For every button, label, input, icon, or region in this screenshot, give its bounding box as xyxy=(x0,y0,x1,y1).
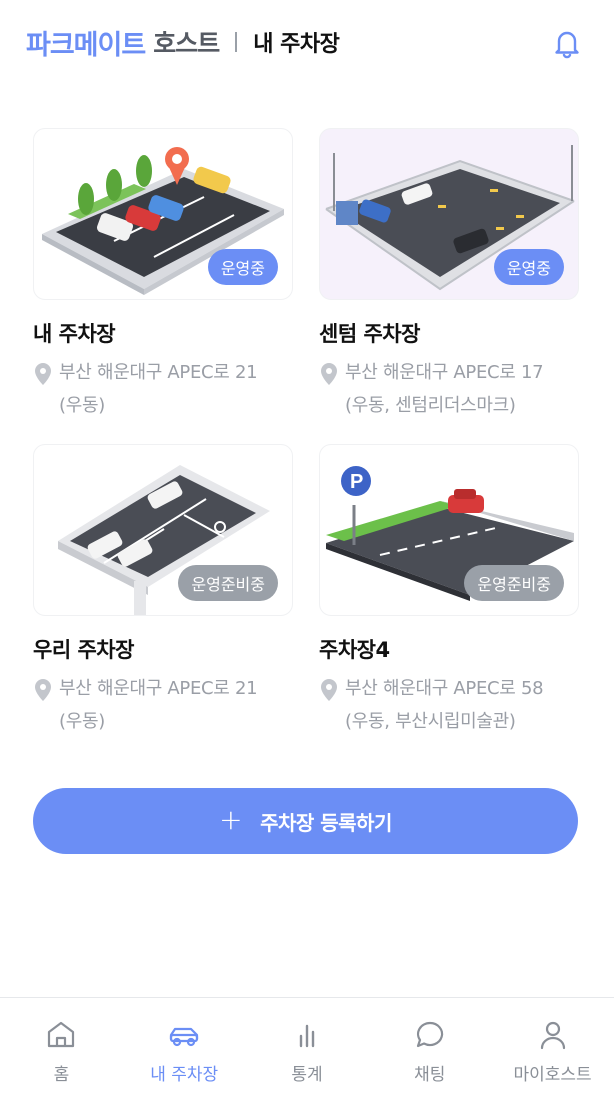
parking-lot-name: 우리 주차장 xyxy=(33,638,134,662)
header-divider xyxy=(235,32,238,52)
bar-chart-icon xyxy=(299,1024,315,1048)
status-badge: 운영준비중 xyxy=(464,565,564,601)
home-icon xyxy=(48,1021,75,1048)
bell-icon[interactable] xyxy=(550,26,584,60)
parking-lot-address: 부산 해운대구 APEC로 21 (우동) xyxy=(33,676,293,738)
nav-label: 마이호스트 xyxy=(513,1065,592,1085)
parking-lot-thumbnail: 운영중 xyxy=(33,128,293,300)
parking-lot-thumbnail: P 운영준비중 xyxy=(319,444,579,616)
user-icon xyxy=(540,1021,565,1050)
parking-lot-grid: 운영중 내 주차장 부산 해운대구 APEC로 21 (우동) 운영중 센텀 주… xyxy=(33,128,579,734)
car-icon xyxy=(170,1027,199,1047)
location-pin-icon xyxy=(321,363,337,385)
nav-label: 통계 xyxy=(291,1065,323,1085)
nav-my-host[interactable]: 마이호스트 xyxy=(491,998,614,1100)
nav-chat[interactable]: 채팅 xyxy=(368,998,491,1100)
nav-stats[interactable]: 통계 xyxy=(246,998,369,1100)
parking-lot-thumbnail: 운영중 xyxy=(319,128,579,300)
address-line-1: 부산 해운대구 APEC로 58 xyxy=(345,678,544,699)
app-root: 파크메이트 호스트 내 주차장 운영중 내 주차장 부산 해운대구 APEC로 … xyxy=(0,0,614,1100)
address-line-1: 부산 해운대구 APEC로 21 xyxy=(59,362,258,383)
parking-lot-card[interactable]: P 운영준비중 주차장4 부산 해운대구 APEC로 58 (우동, 부산시립미… xyxy=(319,444,579,734)
nav-label: 홈 xyxy=(53,1065,70,1085)
brand-subtitle: 호스트 xyxy=(153,29,220,58)
parking-lot-address: 부산 해운대구 APEC로 17 (우동, 센텀리더스마크) xyxy=(319,360,579,422)
nav-my-parking[interactable]: 내 주차장 xyxy=(123,998,246,1100)
page-title: 내 주차장 xyxy=(253,32,340,57)
parking-lot-card[interactable]: 운영중 내 주차장 부산 해운대구 APEC로 21 (우동) xyxy=(33,128,293,418)
address-line-1: 부산 해운대구 APEC로 21 xyxy=(59,678,258,699)
parking-lot-name: 센텀 주차장 xyxy=(319,322,420,346)
brand-logo: 파크메이트 xyxy=(26,29,146,61)
top-bar: 파크메이트 호스트 내 주차장 xyxy=(0,0,614,84)
status-badge: 운영중 xyxy=(207,249,278,285)
status-badge: 운영준비중 xyxy=(178,565,278,601)
nav-home[interactable]: 홈 xyxy=(0,998,123,1100)
chat-bubble-icon xyxy=(416,1021,443,1048)
address-line-2: (우동) xyxy=(59,711,105,732)
address-line-2: (우동, 부산시립미술관) xyxy=(345,711,516,732)
bottom-nav: 홈 내 주차장 통계 채팅 마이호스트 xyxy=(0,997,614,1100)
address-line-1: 부산 해운대구 APEC로 17 xyxy=(345,362,544,383)
parking-lot-address: 부산 해운대구 APEC로 21 (우동) xyxy=(33,360,293,422)
address-line-2: (우동) xyxy=(59,395,105,416)
address-line-2: (우동, 센텀리더스마크) xyxy=(345,395,516,416)
status-badge: 운영중 xyxy=(493,249,564,285)
parking-lot-thumbnail: 운영준비중 xyxy=(33,444,293,616)
svg-text:P: P xyxy=(350,471,363,493)
parking-lot-address: 부산 해운대구 APEC로 58 (우동, 부산시립미술관) xyxy=(319,676,579,738)
register-parking-lot-button[interactable]: + 주차장 등록하기 xyxy=(33,788,578,854)
parking-lot-name: 주차장4 xyxy=(319,638,390,662)
parking-lot-card[interactable]: 운영준비중 우리 주차장 부산 해운대구 APEC로 21 (우동) xyxy=(33,444,293,734)
location-pin-icon xyxy=(35,363,51,385)
nav-label: 채팅 xyxy=(414,1065,446,1085)
parking-lot-name: 내 주차장 xyxy=(33,322,116,346)
register-button-label: 주차장 등록하기 xyxy=(260,810,392,835)
location-pin-icon xyxy=(35,679,51,701)
parking-lot-card[interactable]: 운영중 센텀 주차장 부산 해운대구 APEC로 17 (우동, 센텀리더스마크… xyxy=(319,128,579,418)
location-pin-icon xyxy=(321,679,337,701)
plus-icon: + xyxy=(219,803,243,836)
nav-label: 내 주차장 xyxy=(150,1065,219,1085)
